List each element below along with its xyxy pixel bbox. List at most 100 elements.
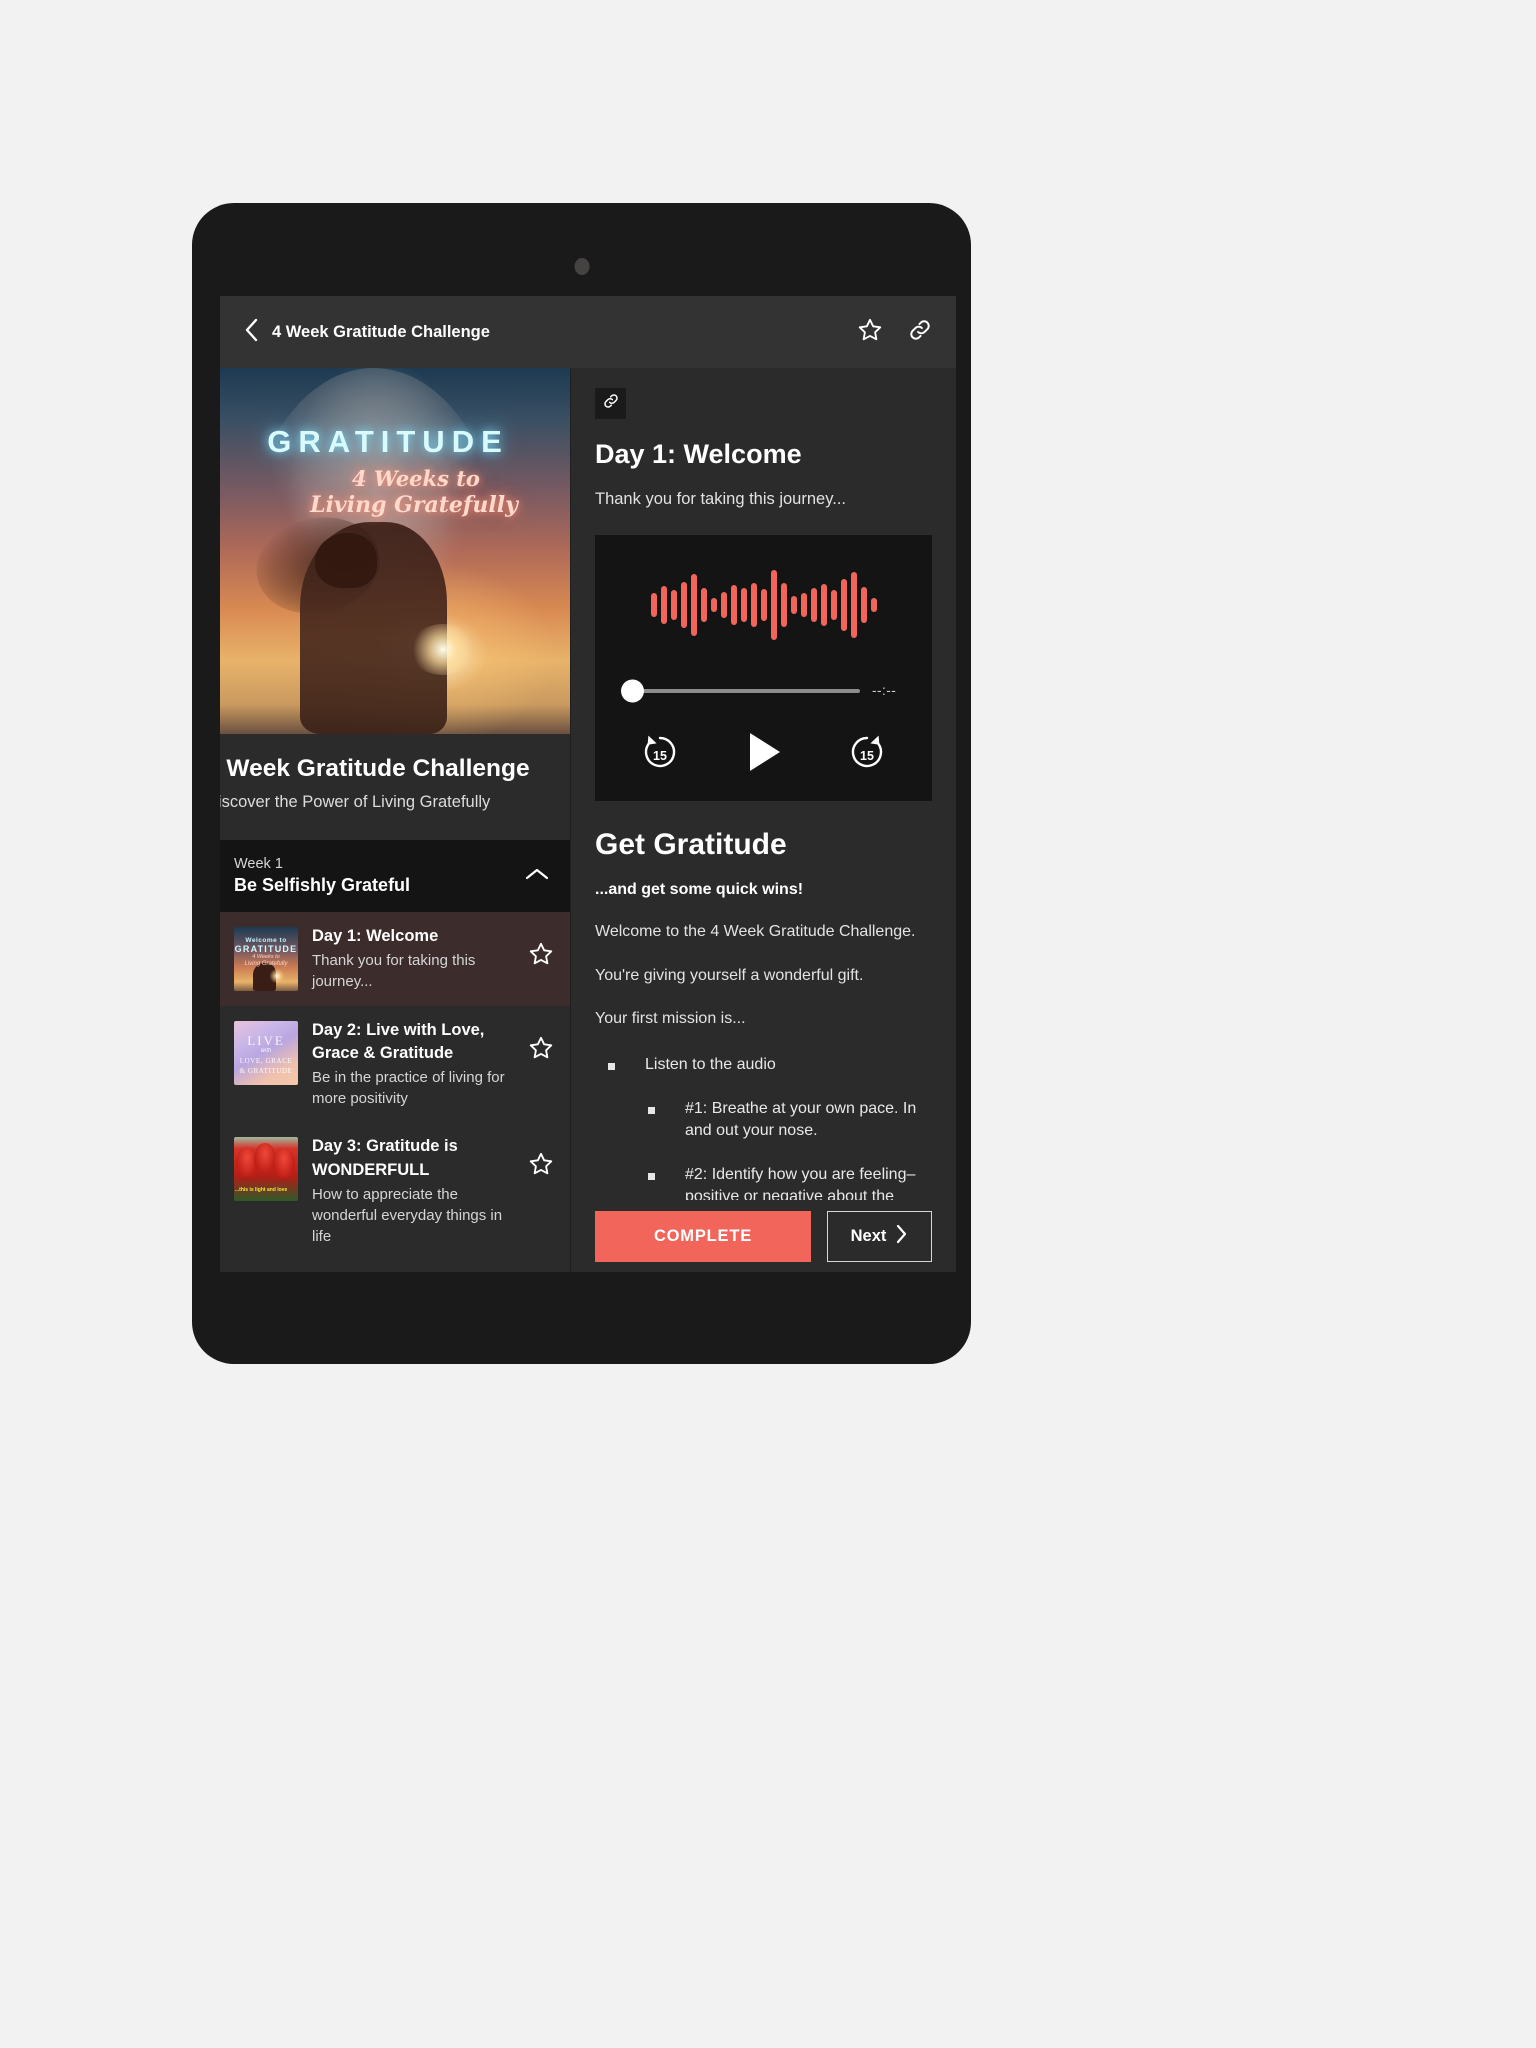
content-paragraph: Your first mission is... [595,1010,746,1028]
bullet-text: Listen to the audio [645,1055,776,1073]
lesson-favorite-button[interactable] [528,1035,554,1066]
waveform-bar [720,592,727,618]
section-header-week-1[interactable]: Week 1 Be Selfishly Grateful [220,840,570,912]
lesson-text-block: Day 3: Gratitude is WONDERFULL How to ap… [298,1135,528,1247]
list-item[interactable]: LIVE with LOVE, GRACE & GRATITUDE Day 2:… [220,1006,570,1123]
forward-15-button[interactable]: 15 [846,731,888,778]
lesson-title: Day 2: Live with Love, Grace & Gratitude [312,1020,485,1062]
waveform-bar [660,586,667,624]
app-screen: 4 Week Gratitude Challenge GRATITUDE 4 W… [220,296,956,1272]
app-body: GRATITUDE 4 Weeks to Living Gratefully 4… [220,368,956,1272]
link-icon [907,317,933,348]
tablet-device-frame: 4 Week Gratitude Challenge GRATITUDE 4 W… [192,203,971,1364]
waveform-bar [710,598,717,612]
course-sidebar[interactable]: GRATITUDE 4 Weeks to Living Gratefully 4… [220,368,571,1272]
audio-player[interactable]: --:-- 15 15 [595,535,932,801]
complete-button[interactable]: COMPLETE [595,1210,811,1262]
waveform-bar [650,593,657,617]
content-paragraph: Welcome to the 4 Week Gratitude Challeng… [595,923,916,940]
chevron-right-icon [895,1224,908,1249]
rewind-seconds-label: 15 [653,748,667,763]
lesson-thumbnail: LIVE with LOVE, GRACE & GRATITUDE [234,1020,298,1085]
list-item: #1: Breathe at your own pace. In and out… [595,1098,932,1142]
audio-progress-handle[interactable] [621,679,644,702]
page-title: 4 Week Gratitude Challenge [272,322,490,341]
lesson-favorite-button[interactable] [528,941,554,972]
list-item[interactable]: Welcome to GRATITUDE 4 Weeks to Living G… [220,912,570,1006]
favorite-button[interactable] [856,318,884,346]
waveform-bar [810,588,817,622]
cover-main-title: GRATITUDE [267,424,509,459]
lesson-detail-title: Day 1: Welcome [595,439,802,469]
thumb-text-line2: & GRATITUDE [239,1066,293,1075]
lesson-favorite-button[interactable] [528,1151,554,1182]
waveform-bar [680,582,687,628]
lesson-title: Day 3: Gratitude is WONDERFULL [312,1137,458,1179]
forward-seconds-label: 15 [860,748,874,763]
back-button[interactable] [234,315,268,349]
thumb-text-a: Welcome to [245,937,287,944]
waveform-bar [670,590,677,620]
thumb-caption: ...this is light and love [235,1187,288,1194]
lesson-detail-subtitle: Thank you for taking this journey... [595,490,846,508]
waveform-bar [860,587,867,623]
thumb-text-line1: LOVE, GRACE [239,1056,293,1065]
course-cover-image: GRATITUDE 4 Weeks to Living Gratefully [220,368,570,734]
audio-time-label: --:-- [872,683,897,698]
audio-transport-controls: 15 15 [623,730,904,779]
audio-scrubber-row: --:-- [621,679,904,702]
waveform-bar [830,590,837,620]
lesson-description: Thank you for taking this journey... [312,952,476,991]
header-actions [856,318,934,346]
thumb-sun-flare [268,969,286,984]
lesson-description: How to appreciate the wonderful everyday… [312,1185,503,1246]
waveform-bar [690,574,697,636]
lesson-text-block: Day 2: Live with Love, Grace & Gratitude… [298,1019,528,1110]
cover-subtitle-line-2: Living Gratefully [310,492,518,518]
app-header: 4 Week Gratitude Challenge [220,296,956,368]
section-label: Week 1 [234,856,283,872]
camera-icon [574,258,589,275]
lesson-thumbnail: ...this is light and love [234,1137,298,1202]
rewind-15-button[interactable]: 15 [639,731,681,778]
cover-head-shape [314,532,378,588]
next-button-label: Next [850,1226,887,1245]
square-bullet-icon [648,1106,655,1114]
link-icon [602,392,620,415]
lesson-detail-panel: Day 1: Welcome Thank you for taking this… [571,368,956,1272]
lesson-thumbnail: Welcome to GRATITUDE 4 Weeks to Living G… [234,927,298,991]
thumb-text-with: with [260,1047,272,1054]
waveform-bar [790,596,797,614]
share-link-button[interactable] [906,318,934,346]
list-item: Listen to the audio [595,1054,932,1076]
waveform-bar [700,588,707,622]
star-outline-icon [857,317,883,348]
waveform-bar [870,598,877,612]
chevron-up-icon[interactable] [524,866,550,887]
list-item[interactable]: ...this is light and love Day 3: Gratitu… [220,1122,570,1260]
chevron-left-icon [244,318,259,347]
bullet-text: #1: Breathe at your own pace. In and out… [685,1099,917,1139]
waveform-bar [820,584,827,626]
waveform-bar [730,585,737,625]
thumb-text-d: Living Gratefully [244,961,288,967]
lesson-title: Day 1: Welcome [312,927,439,945]
waveform-bar [740,588,747,622]
square-bullet-icon [648,1173,655,1181]
thumb-tulip-shape [273,1148,295,1179]
lesson-share-link-button[interactable] [595,388,626,419]
cover-sun-flare [409,624,476,676]
course-title: 4 Week Gratitude Challenge [220,755,530,782]
lesson-description: Be in the practice of living for more po… [312,1068,505,1108]
waveform-bar [750,583,757,627]
next-button[interactable]: Next [827,1210,932,1262]
thumb-text-c: 4 Weeks to [252,954,280,960]
play-button[interactable] [744,730,784,779]
list-item[interactable]: Gratitude changes Day 4: Is the Practice… [220,1261,570,1272]
thumb-text-b: GRATITUDE [234,944,298,954]
waveform-bar [800,593,807,617]
cover-subtitle-line-1: 4 Weeks to [352,466,480,491]
audio-progress-slider[interactable] [621,679,860,702]
play-icon [744,730,784,779]
waveform-bar [780,583,787,627]
